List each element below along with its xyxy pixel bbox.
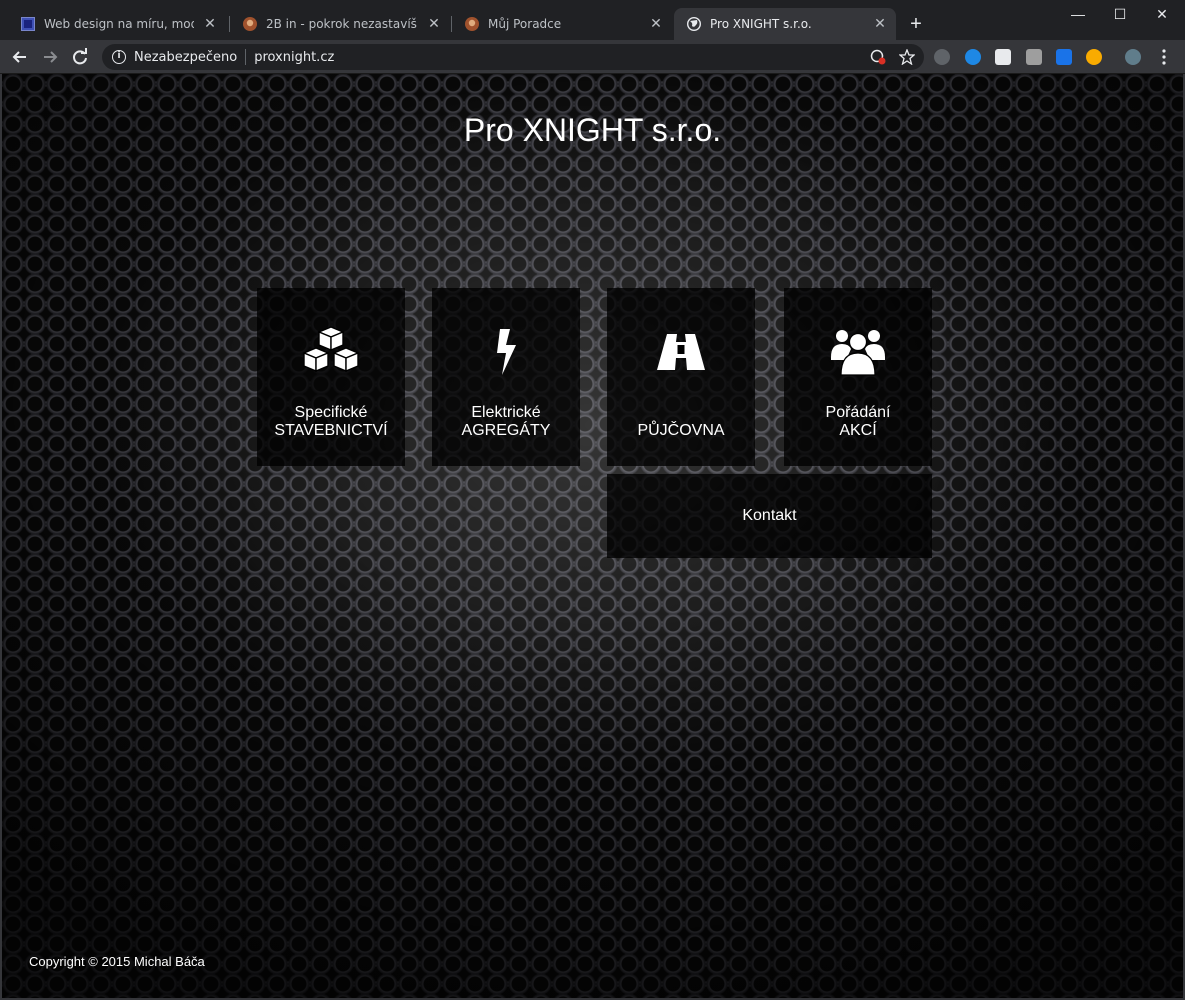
lightning-bolt-icon — [494, 326, 518, 378]
avatar-icon — [242, 16, 258, 32]
tile-akce[interactable]: Pořádání AKCÍ — [784, 288, 932, 466]
close-icon[interactable]: ✕ — [426, 16, 442, 32]
tab-pro-xnight[interactable]: Pro XNIGHT s.r.o. ✕ — [674, 8, 896, 40]
profile-avatar[interactable] — [1125, 49, 1141, 65]
tile-label-line1: Specifické — [294, 404, 368, 421]
new-tab-button[interactable]: + — [904, 12, 928, 36]
road-icon — [655, 326, 707, 378]
security-label: Nezabezpečeno — [134, 49, 238, 65]
kebab-menu-icon — [1162, 49, 1166, 65]
tab-title: Pro XNIGHT s.r.o. — [710, 17, 812, 31]
cubes-icon — [301, 326, 361, 378]
omnibox-divider — [245, 49, 247, 65]
menu-button[interactable] — [1152, 45, 1176, 69]
tab-title: 2B in - pokrok nezastavíš — [266, 17, 417, 31]
extension-sidebar-icon[interactable] — [1026, 49, 1042, 65]
arrow-left-icon — [12, 51, 26, 63]
extension-bulb-icon[interactable] — [934, 49, 950, 65]
tab-2b-in[interactable]: 2B in - pokrok nezastavíš ✕ — [230, 8, 450, 40]
maximize-button[interactable]: ☐ — [1097, 0, 1143, 28]
close-icon[interactable]: ✕ — [872, 16, 888, 32]
tile-pujcovna[interactable]: PŮJČOVNA — [607, 288, 755, 466]
tab-muj-poradce[interactable]: Můj Poradce ✕ — [452, 8, 672, 40]
forward-button[interactable] — [38, 45, 62, 69]
tile-agregaty[interactable]: Elektrické AGREGÁTY — [432, 288, 580, 466]
tab-web-design[interactable]: Web design na míru, moderní, re ✕ — [8, 8, 226, 40]
url-text[interactable]: proxnight.cz — [254, 50, 334, 65]
page-viewport: Pro XNIGHT s.r.o. Specifické STAVEBNICTV… — [2, 74, 1183, 998]
users-group-icon — [830, 326, 886, 378]
browser-toolbar: i Nezabezpečeno proxnight.cz — [0, 40, 1185, 74]
tile-label-line1: Elektrické — [471, 404, 541, 421]
close-window-button[interactable]: ✕ — [1139, 0, 1185, 28]
tile-label-line2: STAVEBNICTVÍ — [274, 422, 388, 439]
tab-title: Můj Poradce — [488, 17, 562, 31]
copyright-text: Copyright © 2015 Michal Báča — [29, 954, 205, 969]
tab-strip: Web design na míru, moderní, re ✕ 2B in … — [0, 0, 1185, 40]
reload-button[interactable] — [68, 45, 92, 69]
contact-tile[interactable]: Kontakt — [607, 474, 932, 558]
extension-face-icon[interactable] — [1086, 49, 1102, 65]
tile-label-line2: AGREGÁTY — [461, 422, 551, 439]
tile-stavebnictvi[interactable]: Specifické STAVEBNICTVÍ — [257, 288, 405, 466]
reload-icon — [73, 48, 87, 65]
contact-label: Kontakt — [742, 507, 797, 524]
blocked-icon[interactable] — [870, 49, 886, 65]
arrow-right-icon — [44, 51, 58, 63]
tab-title: Web design na míru, moderní, re — [44, 17, 194, 31]
extension-skype-icon[interactable] — [965, 49, 981, 65]
page-title: Pro XNIGHT s.r.o. — [463, 112, 722, 148]
globe-icon — [686, 16, 702, 32]
bookmark-star-icon[interactable] — [898, 48, 916, 66]
minimize-button[interactable]: — — [1055, 0, 1101, 28]
square-logo-icon — [20, 16, 36, 32]
address-bar[interactable]: i Nezabezpečeno proxnight.cz — [102, 44, 924, 70]
tile-label-line2: AKCÍ — [839, 422, 877, 439]
close-icon[interactable]: ✕ — [648, 16, 664, 32]
close-icon[interactable]: ✕ — [202, 16, 218, 32]
back-button[interactable] — [8, 45, 32, 69]
tile-label-line1: Pořádání — [825, 404, 891, 421]
extension-check-icon[interactable] — [995, 49, 1011, 65]
tile-label: PŮJČOVNA — [637, 422, 725, 439]
avatar-icon — [464, 16, 480, 32]
extension-translate-icon[interactable] — [1056, 49, 1072, 65]
info-icon[interactable]: i — [112, 50, 126, 64]
